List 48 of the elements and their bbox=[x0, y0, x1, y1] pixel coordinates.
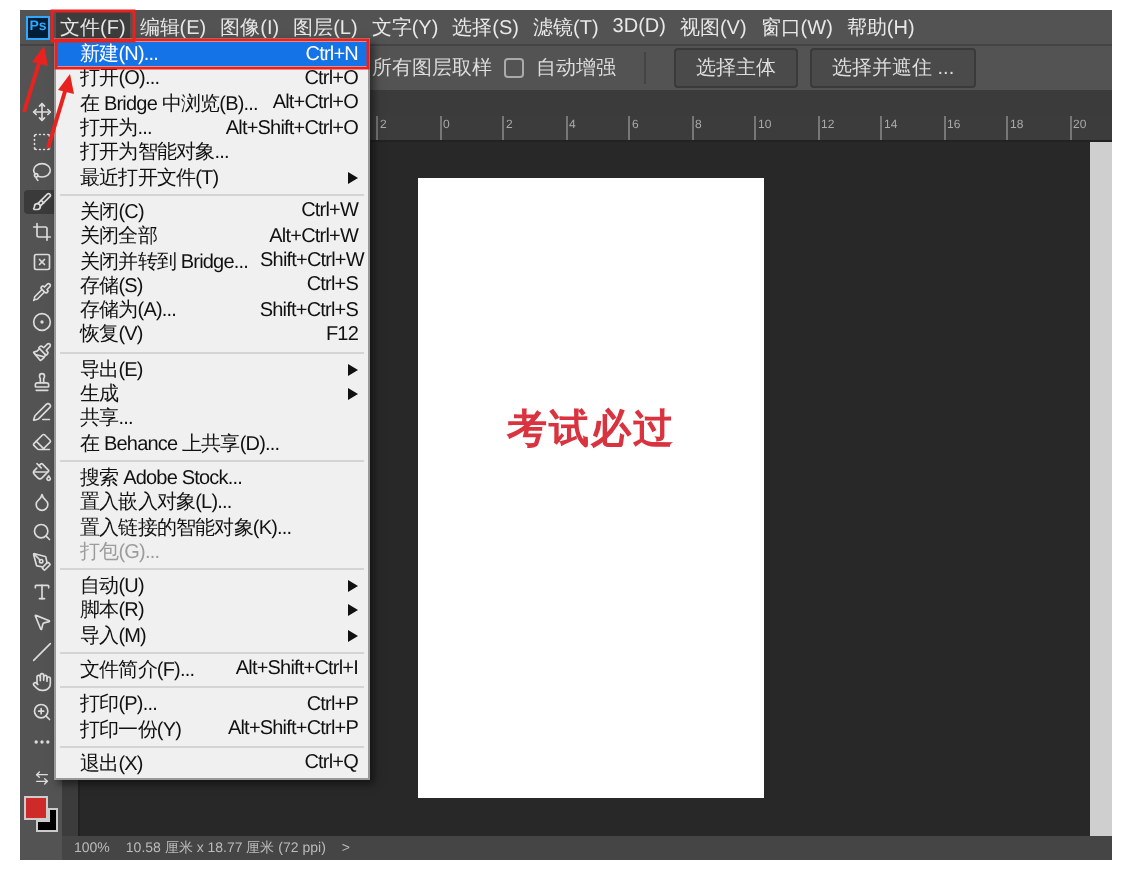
menu-entry[interactable]: 存储(S) Ctrl+S bbox=[56, 273, 368, 298]
menu-entry[interactable]: 文件简介(F)... Alt+Shift+Ctrl+I bbox=[56, 657, 368, 683]
menu-entry[interactable]: 打开(O)... Ctrl+O bbox=[56, 66, 368, 92]
menu-entry[interactable]: 打印(P)... Ctrl+P bbox=[56, 692, 368, 717]
menu-item[interactable]: 窗口(W) bbox=[756, 11, 837, 43]
menu-entry[interactable]: 脚本(R) bbox=[56, 598, 368, 624]
option-button[interactable]: 选择并遮住 ... bbox=[810, 48, 977, 88]
option-label: 所有图层取样 bbox=[372, 55, 492, 82]
menu-entry[interactable]: 退出(X) Ctrl+Q bbox=[56, 751, 368, 777]
menu-item[interactable]: 编辑(E) bbox=[135, 11, 211, 43]
menu-entry[interactable]: 打印一份(Y) Alt+Shift+Ctrl+P bbox=[56, 716, 368, 742]
document-text: 考试必过 bbox=[507, 405, 675, 454]
menu-item[interactable]: 图层(L) bbox=[289, 11, 362, 43]
color-swatch[interactable] bbox=[24, 796, 48, 820]
menu-item[interactable]: 图像(I) bbox=[216, 11, 284, 43]
menu-entry[interactable]: 导出(E) bbox=[56, 357, 368, 382]
menu-entry[interactable]: 恢复(V) F12 bbox=[56, 322, 368, 348]
menu-entry[interactable]: 新建(N)... Ctrl+N bbox=[56, 42, 368, 67]
checkbox[interactable] bbox=[504, 58, 524, 78]
menu-entry[interactable]: 置入嵌入对象(L)... bbox=[56, 490, 368, 515]
menu-item[interactable]: 视图(V) bbox=[675, 11, 751, 43]
checkbox-label: 自动增强 bbox=[536, 56, 616, 82]
menu-entry[interactable]: 在 Bridge 中浏览(B)... Alt+Ctrl+O bbox=[56, 91, 368, 116]
annotation-arrow bbox=[46, 74, 74, 149]
menu-entry[interactable]: 搜索 Adobe Stock... bbox=[56, 465, 368, 491]
menu-entry[interactable]: 在 Behance 上共享(D)... bbox=[56, 430, 368, 456]
menu-entry[interactable]: 打开为智能对象... bbox=[56, 140, 368, 165]
menu-entry[interactable]: 打开为... Alt+Shift+Ctrl+O bbox=[56, 115, 368, 141]
menu-entry[interactable]: 关闭(C) Ctrl+W bbox=[56, 199, 368, 225]
scrollbar[interactable] bbox=[1090, 142, 1112, 836]
menu-entry[interactable]: 关闭全部 Alt+Ctrl+W bbox=[56, 224, 368, 249]
menu-item[interactable]: 选择(S) bbox=[448, 11, 523, 43]
menu-entry[interactable]: 最近打开文件(T) bbox=[56, 164, 368, 190]
option-button[interactable]: 选择主体 bbox=[674, 48, 798, 88]
menu-entry[interactable]: 存储为(A)... Shift+Ctrl+S bbox=[56, 297, 368, 323]
menu-entry[interactable]: 关闭并转到 Bridge... Shift+Ctrl+W bbox=[56, 248, 368, 274]
menu-entry[interactable]: 自动(U) bbox=[56, 573, 368, 599]
annotation-arrow bbox=[22, 46, 48, 113]
menu-entry[interactable]: 共享... bbox=[56, 406, 368, 431]
menu-entry[interactable]: 导入(M) bbox=[56, 623, 368, 648]
menu-item[interactable]: 3D(D) bbox=[608, 14, 670, 40]
swap-colors-icon[interactable] bbox=[33, 770, 49, 786]
menu-entry[interactable]: 生成 bbox=[56, 381, 368, 407]
menu-item[interactable]: 文字(Y) bbox=[367, 11, 443, 43]
color-swatch[interactable] bbox=[36, 808, 58, 832]
menu-item[interactable]: 滤镜(T) bbox=[529, 11, 603, 43]
menu-item[interactable]: 帮助(H) bbox=[842, 11, 919, 43]
menu-entry[interactable]: 置入链接的智能对象(K)... bbox=[56, 514, 368, 540]
